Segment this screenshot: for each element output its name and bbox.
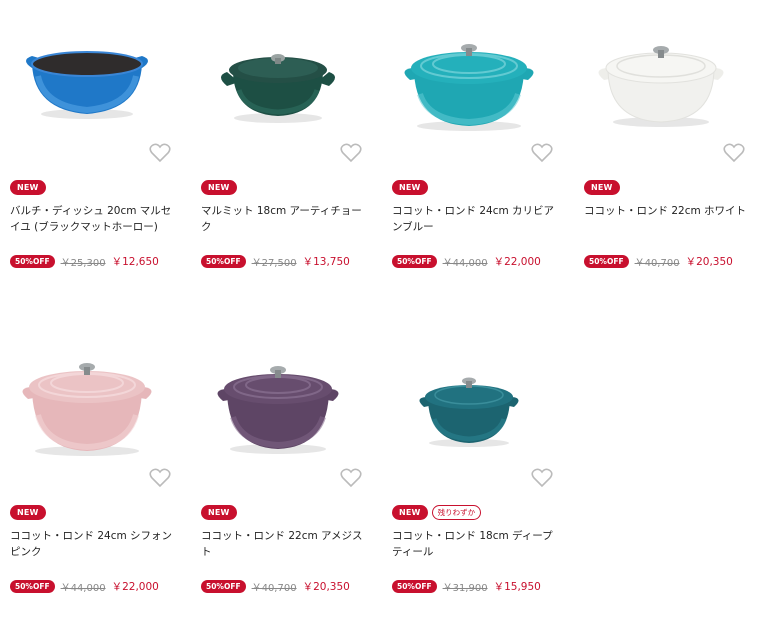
sale-price: ￥13,750 <box>302 256 350 268</box>
favorite-heart-icon[interactable] <box>531 468 553 488</box>
product-name[interactable]: ココット・ロンド 24cm カリビアンブルー <box>392 203 560 235</box>
price-row: 50%OFF ￥44,000 ￥22,000 <box>10 579 159 594</box>
discount-badge: 50%OFF <box>10 255 55 268</box>
product-image[interactable] <box>10 10 185 140</box>
price-row: 50%OFF ￥27,500 ￥13,750 <box>201 254 350 269</box>
new-badge: NEW <box>201 505 237 520</box>
favorite-heart-icon[interactable] <box>531 143 553 163</box>
product-name[interactable]: ココット・ロンド 22cm ホワイト <box>584 203 752 219</box>
sale-price: ￥20,350 <box>302 581 350 593</box>
sale-price: ￥15,950 <box>493 581 541 593</box>
new-badge: NEW <box>10 180 46 195</box>
favorite-heart-icon[interactable] <box>149 143 171 163</box>
new-badge: NEW <box>10 505 46 520</box>
new-badge: NEW <box>201 180 237 195</box>
price-row: 50%OFF ￥25,300 ￥12,650 <box>10 254 159 269</box>
discount-badge: 50%OFF <box>584 255 629 268</box>
product-image[interactable] <box>584 10 759 140</box>
low-stock-badge: 残りわずか <box>431 505 482 520</box>
discount-badge: 50%OFF <box>201 255 246 268</box>
new-badge: NEW <box>392 180 428 195</box>
badge-row: NEW <box>10 180 46 196</box>
product-image[interactable] <box>201 10 376 140</box>
product-image[interactable] <box>10 335 185 465</box>
original-price: ￥44,000 <box>60 583 106 594</box>
discount-badge: 50%OFF <box>392 255 437 268</box>
original-price: ￥27,500 <box>251 258 297 269</box>
product-name[interactable]: ココット・ロンド 24cm シフォンピンク <box>10 528 178 560</box>
discount-badge: 50%OFF <box>201 580 246 593</box>
badge-row: NEW <box>392 180 428 196</box>
favorite-heart-icon[interactable] <box>149 468 171 488</box>
badge-row: NEW <box>201 180 237 196</box>
favorite-heart-icon[interactable] <box>723 143 745 163</box>
badge-row: NEW <box>10 505 46 521</box>
new-badge: NEW <box>392 505 428 520</box>
product-image[interactable] <box>392 10 567 140</box>
product-name[interactable]: ココット・ロンド 22cm アメジスト <box>201 528 369 560</box>
price-row: 50%OFF ￥40,700 ￥20,350 <box>584 254 733 269</box>
sale-price: ￥12,650 <box>111 256 159 268</box>
discount-badge: 50%OFF <box>392 580 437 593</box>
product-grid: NEW バルチ・ディッシュ 20cm マルセイユ (ブラックマットホーロー) 5… <box>0 0 778 623</box>
price-row: 50%OFF ￥31,900 ￥15,950 <box>392 579 541 594</box>
sale-price: ￥20,350 <box>685 256 733 268</box>
badge-row: NEW <box>584 180 620 196</box>
sale-price: ￥22,000 <box>111 581 159 593</box>
badge-row: NEW <box>201 505 237 521</box>
product-name[interactable]: マルミット 18cm アーティチョーク <box>201 203 369 235</box>
product-image[interactable] <box>201 335 376 465</box>
product-image[interactable] <box>392 335 567 465</box>
product-name[interactable]: ココット・ロンド 18cm ディープティール <box>392 528 560 560</box>
new-badge: NEW <box>584 180 620 195</box>
price-row: 50%OFF ￥40,700 ￥20,350 <box>201 579 350 594</box>
original-price: ￥25,300 <box>60 258 106 269</box>
discount-badge: 50%OFF <box>10 580 55 593</box>
favorite-heart-icon[interactable] <box>340 143 362 163</box>
sale-price: ￥22,000 <box>493 256 541 268</box>
original-price: ￥44,000 <box>442 258 488 269</box>
favorite-heart-icon[interactable] <box>340 468 362 488</box>
original-price: ￥40,700 <box>634 258 680 269</box>
original-price: ￥31,900 <box>442 583 488 594</box>
price-row: 50%OFF ￥44,000 ￥22,000 <box>392 254 541 269</box>
original-price: ￥40,700 <box>251 583 297 594</box>
product-name[interactable]: バルチ・ディッシュ 20cm マルセイユ (ブラックマットホーロー) <box>10 203 178 235</box>
badge-row: NEW 残りわずか <box>392 505 482 521</box>
